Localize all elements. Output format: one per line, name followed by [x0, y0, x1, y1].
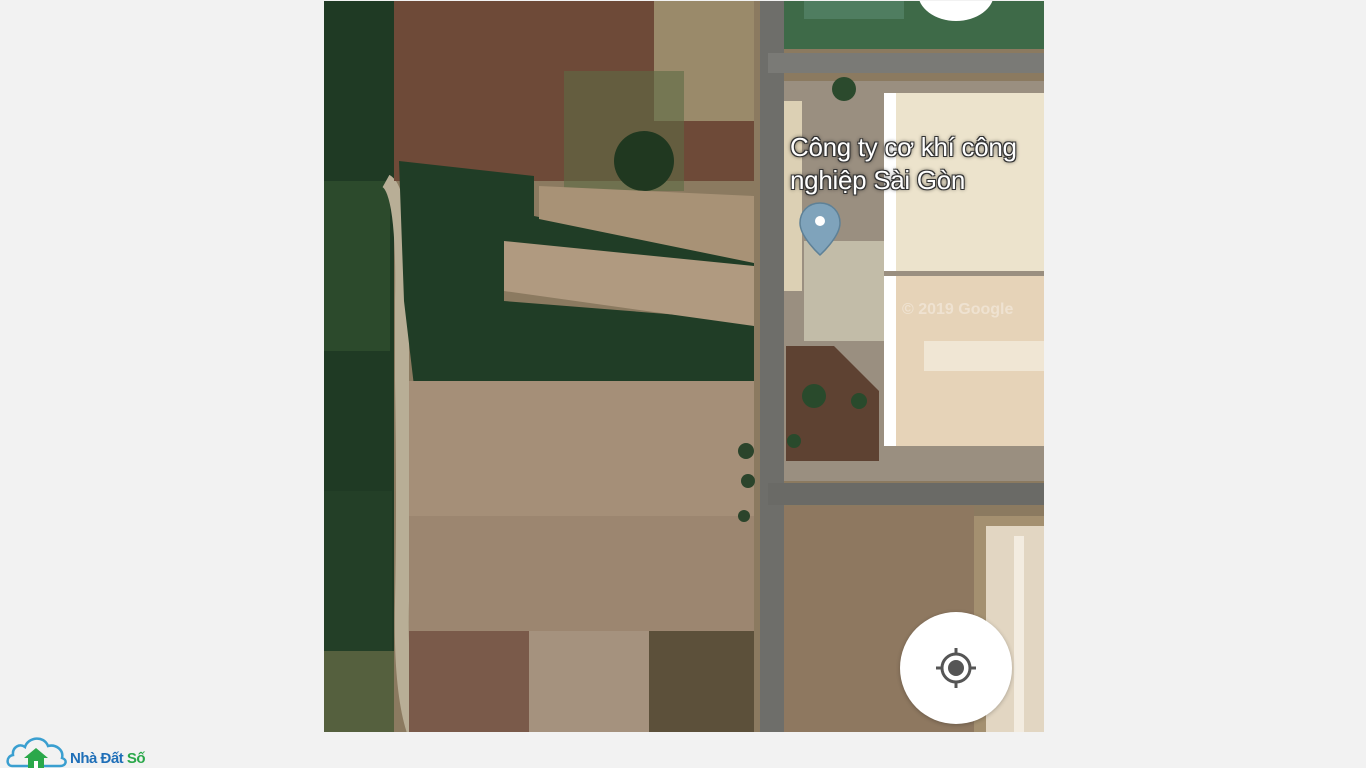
my-location-button[interactable] — [900, 612, 1012, 724]
logo-text-part2: Số — [126, 750, 146, 767]
my-location-icon — [936, 648, 976, 688]
place-label[interactable]: Công ty cơ khí công nghiệp Sài Gòn — [790, 131, 1044, 197]
site-logo[interactable]: Nhà Đất Số — [6, 732, 166, 768]
satellite-map[interactable]: © 2019 Google Công ty cơ khí công nghiệp… — [324, 1, 1044, 732]
logo-text-part1: Nhà Đất — [70, 750, 127, 767]
cloud-house-icon — [6, 737, 67, 768]
logo-text: Nhà Đất Số — [70, 750, 146, 767]
map-watermark: © 2019 Google — [902, 301, 1014, 318]
map-pin-icon[interactable] — [798, 201, 842, 257]
